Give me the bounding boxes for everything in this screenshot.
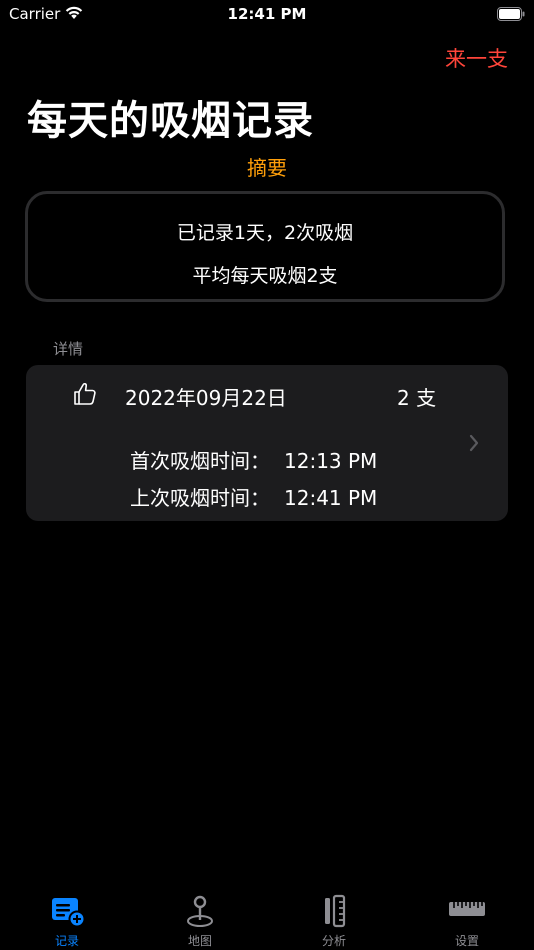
tab-analysis[interactable]: 分析	[294, 880, 374, 950]
tab-map-label: 地图	[187, 934, 212, 948]
first-smoke-line: 首次吸烟时间： 12:13 PM	[130, 445, 377, 474]
tab-bar: 记录 地图 分析 设置	[0, 880, 534, 950]
last-smoke-label: 上次吸烟时间：	[130, 486, 270, 510]
summary-card: 已记录1天，2次吸烟 平均每天吸烟2支	[25, 191, 505, 302]
tab-map[interactable]: 地图	[160, 880, 240, 950]
last-smoke-line: 上次吸烟时间： 12:41 PM	[130, 482, 377, 511]
tab-analysis-label: 分析	[321, 934, 346, 948]
tab-settings[interactable]: 设置	[427, 880, 507, 950]
add-cigarette-button[interactable]: 来一支	[445, 43, 508, 73]
summary-total-text: 已记录1天，2次吸烟	[176, 222, 354, 244]
chevron-right-icon	[468, 433, 480, 457]
thumbs-up-icon	[72, 381, 98, 411]
page-title: 每天的吸烟记录	[27, 98, 314, 144]
map-pin-icon	[182, 894, 218, 928]
first-smoke-label: 首次吸烟时间：	[130, 449, 270, 473]
record-date: 2022年09月22日	[125, 386, 287, 410]
first-smoke-time: 12:13 PM	[284, 449, 378, 473]
daily-record-row[interactable]: 2022年09月22日 2 支 首次吸烟时间： 12:13 PM 上次吸烟时间： 1…	[26, 365, 508, 521]
status-bar: Carrier 12:41 PM	[0, 0, 534, 30]
record-count: 2 支	[397, 386, 437, 410]
analysis-icon	[316, 894, 352, 928]
records-icon	[49, 894, 86, 928]
tab-settings-label: 设置	[454, 934, 479, 948]
ruler-icon	[449, 894, 485, 928]
summary-average-text: 平均每天吸烟2支	[192, 265, 338, 287]
tab-records[interactable]: 记录	[27, 880, 107, 950]
battery-icon	[497, 6, 525, 25]
tab-records-label: 记录	[54, 934, 79, 948]
details-section-header: 详情	[53, 340, 84, 358]
status-time: 12:41 PM	[227, 5, 307, 23]
summary-section-header: 摘要	[247, 156, 287, 180]
last-smoke-time: 12:41 PM	[284, 486, 378, 510]
